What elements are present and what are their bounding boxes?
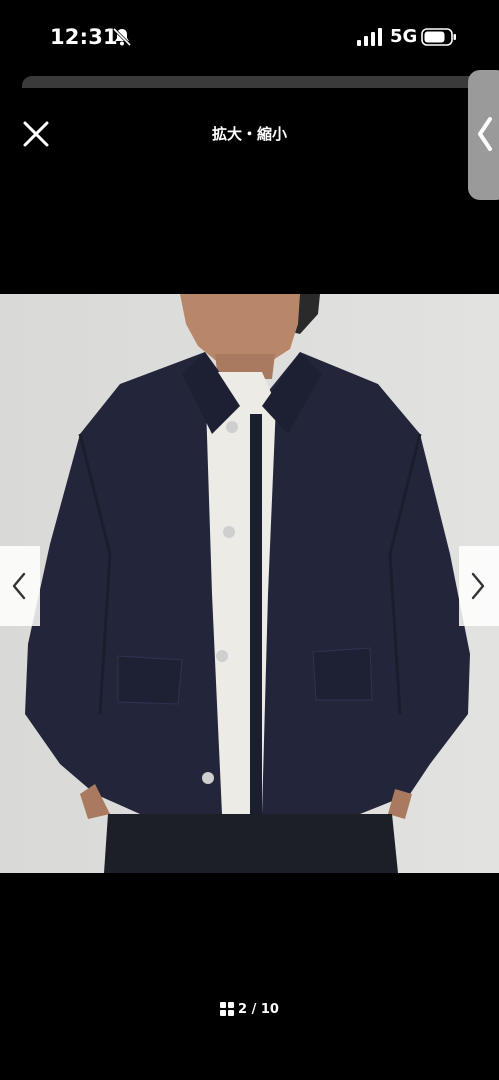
pager-button[interactable]: 2 / 10 (220, 1002, 279, 1017)
side-handle[interactable] (468, 70, 499, 200)
status-bar: 12:31 5G (0, 0, 499, 70)
chevron-left-icon (12, 572, 26, 600)
bell-slash-icon (112, 27, 132, 47)
previous-image-button[interactable] (0, 546, 40, 626)
image-pager: 2 / 10 (0, 997, 499, 1017)
chevron-left-icon (478, 117, 492, 151)
page-title: 拡大・縮小 (211, 125, 287, 143)
pager-text: 2 / 10 (238, 1001, 279, 1017)
sheet-edge (22, 76, 498, 88)
signal-bars-icon (357, 28, 382, 46)
product-image (0, 294, 499, 873)
status-time: 12:31 (50, 25, 118, 49)
chevron-right-icon (471, 572, 485, 600)
next-image-button[interactable] (459, 546, 499, 626)
battery-icon (421, 28, 456, 46)
grid-icon (220, 1002, 235, 1016)
network-type: 5G (390, 26, 418, 47)
